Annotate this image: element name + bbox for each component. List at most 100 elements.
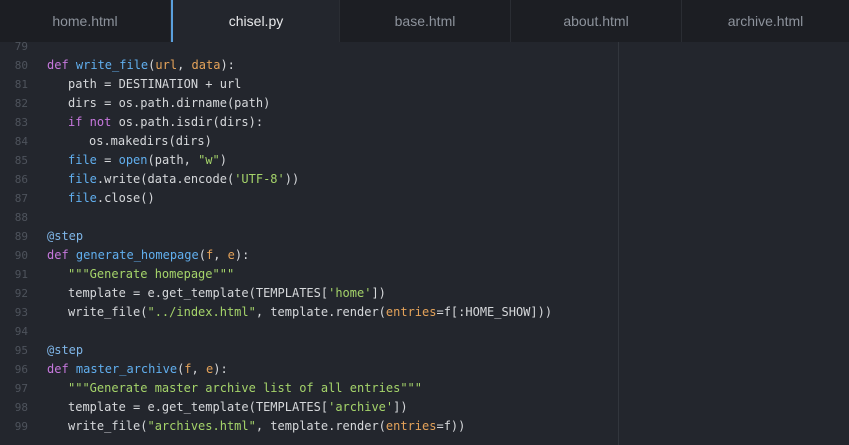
code-token: file [68,153,97,167]
code-line[interactable]: 96 def master_archive(f, e): [0,360,228,379]
tab-chisel-py[interactable]: chisel.py [171,0,340,42]
line-code: """Generate master archive list of all e… [68,379,422,398]
line-number: 92 [14,287,28,300]
code-token: ]) [393,400,408,414]
code-line[interactable]: 83 if not os.path.isdir(dirs): [0,113,263,132]
code-token: entries [385,419,437,433]
tab-bar: home.html chisel.py base.html about.html… [0,0,849,43]
line-code: file = open(path, "w") [68,151,227,170]
code-token: = [96,153,119,167]
code-token: file [68,172,97,186]
code-token: @step [47,343,84,357]
wrap-guide-ruler [618,42,619,445]
tab-label: base.html [394,13,456,29]
code-lines: 79 80 def write_file(url, data): 81 path = D… [0,37,552,436]
code-token: ): [220,58,235,72]
code-token: , [213,248,228,262]
line-number: 98 [14,401,28,414]
line-code: """Generate homepage""" [68,265,234,284]
code-line[interactable]: 89 @step [0,227,83,246]
code-token: "../index.html" [147,305,256,319]
tab-label: about.html [563,13,629,29]
line-number: 96 [14,363,28,376]
code-token: os.makedirs(dirs) [89,134,212,148]
code-line[interactable]: 85 file = open(path, "w") [0,151,227,170]
code-token: dirs = os.path.dirname(path) [68,96,271,110]
code-line[interactable]: 80 def write_file(url, data): [0,56,235,75]
code-line[interactable]: 92 template = e.get_template(TEMPLATES['h… [0,284,386,303]
tab-label: home.html [52,13,118,29]
code-token: def [47,248,76,262]
line-number: 80 [14,59,28,72]
code-token: master_archive [75,362,178,376]
line-number: 79 [14,40,28,53]
code-token: =f)) [436,419,466,433]
line-code: def generate_homepage(f, e): [47,246,249,265]
line-number: 84 [14,135,28,148]
code-line[interactable]: 86 file.write(data.encode('UTF-8')) [0,170,299,189]
code-token: =f[:HOME_SHOW])) [436,305,553,319]
code-token: ): [213,362,228,376]
code-token: 'home' [328,286,372,300]
code-line[interactable]: 87 file.close() [0,189,155,208]
code-token: (path, [147,153,199,167]
code-line[interactable]: 99 write_file("archives.html", template.r… [0,417,466,436]
code-token: ( [198,248,206,262]
code-token: ) [219,153,227,167]
code-token: ]) [371,286,386,300]
code-line[interactable]: 95 @step [0,341,83,360]
code-line[interactable]: 93 write_file("../index.html", template.r… [0,303,552,322]
code-token: """Generate master archive list of all e… [68,381,423,395]
tab-label: archive.html [727,13,804,29]
code-token: path = DESTINATION + url [68,77,242,91]
code-editor[interactable]: 79 80 def write_file(url, data): 81 path = D… [0,40,849,445]
line-number: 90 [14,249,28,262]
line-number: 99 [14,420,28,433]
code-token: e [227,248,235,262]
line-number: 86 [14,173,28,186]
code-line[interactable]: 98 template = e.get_template(TEMPLATES['a… [0,398,408,417]
code-token: url [155,58,178,72]
code-token: generate_homepage [75,248,199,262]
code-token: os.path.isdir(dirs): [118,115,264,129]
code-line[interactable]: 94 [0,322,28,341]
tab-archive-html[interactable]: archive.html [682,0,849,42]
tab-about-html[interactable]: about.html [511,0,682,42]
line-number: 87 [14,192,28,205]
line-code: @step [47,341,83,360]
code-line[interactable]: 88 [0,208,28,227]
code-token: 'UTF-8' [234,172,285,186]
code-line[interactable]: 84 os.makedirs(dirs) [0,132,212,151]
code-token: .write(data.encode( [96,172,235,186]
line-number: 82 [14,97,28,110]
code-token: "w" [198,153,220,167]
code-line[interactable]: 81 path = DESTINATION + url [0,75,242,94]
line-code: write_file("archives.html", template.ren… [68,417,465,436]
line-code: @step [47,227,83,246]
code-token: def [47,58,76,72]
line-code: def write_file(url, data): [47,56,235,75]
code-token: )) [284,172,300,186]
code-token: "archives.html" [147,419,256,433]
code-line[interactable]: 82 dirs = os.path.dirname(path) [0,94,271,113]
code-token: @step [47,229,84,243]
code-token: file [68,191,97,205]
code-line[interactable]: 79 [0,37,28,56]
code-token: if not [68,115,119,129]
line-code: path = DESTINATION + url [68,75,241,94]
line-number: 85 [14,154,28,167]
tab-home-html[interactable]: home.html [0,0,171,42]
code-token: open [118,153,148,167]
tab-base-html[interactable]: base.html [340,0,511,42]
code-token: ): [234,248,250,262]
code-line[interactable]: 91 """Generate homepage""" [0,265,234,284]
line-code: def master_archive(f, e): [47,360,228,379]
line-code: if not os.path.isdir(dirs): [68,113,263,132]
code-line[interactable]: 90 def generate_homepage(f, e): [0,246,250,265]
code-token: , template.render( [255,305,386,319]
code-line[interactable]: 97 """Generate master archive list of all… [0,379,422,398]
code-token: """Generate homepage""" [68,267,235,281]
line-number: 97 [14,382,28,395]
line-code: file.write(data.encode('UTF-8')) [68,170,299,189]
line-number: 83 [14,116,28,129]
